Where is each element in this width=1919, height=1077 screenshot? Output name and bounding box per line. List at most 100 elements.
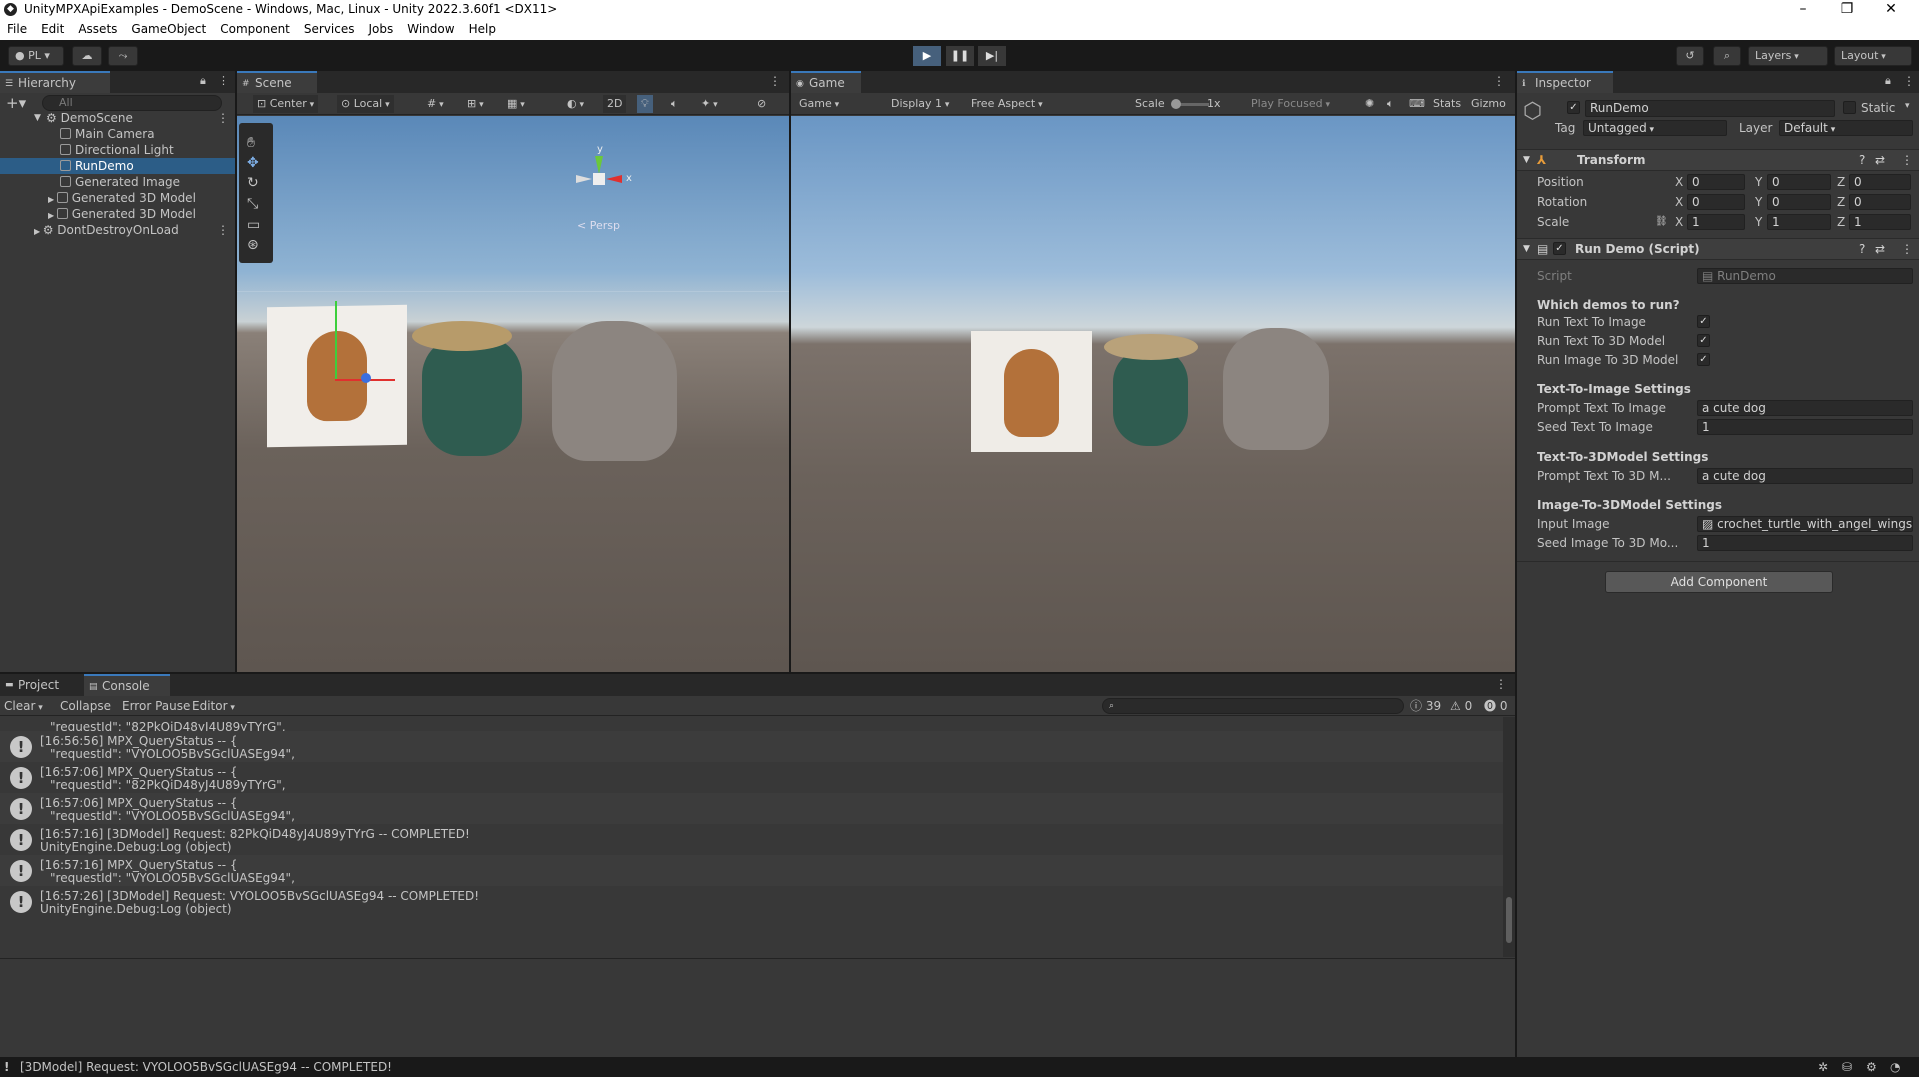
- transform-header[interactable]: ▼ ⅄ Transform ? ⇄ ⋮: [1517, 149, 1919, 171]
- seed-i23d-field[interactable]: 1: [1697, 535, 1913, 551]
- orientation-gizmo[interactable]: y x: [576, 144, 632, 202]
- rotate-tool-icon[interactable]: ↻: [247, 175, 259, 191]
- scene-viewport[interactable]: y x < Persp: [237, 116, 789, 672]
- persp-label[interactable]: < Persp: [577, 219, 620, 232]
- foldout-arrow-icon[interactable]: ▼: [1523, 150, 1530, 170]
- menu-help[interactable]: Help: [462, 19, 503, 40]
- console-search-input[interactable]: ⌕: [1102, 698, 1404, 714]
- info-count-toggle[interactable]: ⓘ 39: [1410, 696, 1441, 716]
- tag-dropdown[interactable]: Untagged: [1583, 120, 1727, 136]
- scale-y-field[interactable]: 1: [1767, 214, 1831, 230]
- run-text-to-image-checkbox[interactable]: ✓: [1697, 315, 1710, 328]
- hierarchy-item-rundemo[interactable]: RunDemo: [0, 158, 235, 174]
- stats-button[interactable]: Stats: [1429, 95, 1465, 113]
- tab-hierarchy[interactable]: ☰ Hierarchy: [0, 71, 110, 93]
- active-checkbox[interactable]: ✓: [1567, 101, 1580, 114]
- error-pause-button[interactable]: Error Pause: [122, 696, 190, 716]
- scale-z-field[interactable]: 1: [1849, 214, 1911, 230]
- gizmo-axis-x[interactable]: [606, 175, 622, 183]
- effects-icon[interactable]: ✦: [697, 95, 722, 113]
- preset-icon[interactable]: ⇄: [1875, 150, 1885, 170]
- game-view-dropdown[interactable]: Game: [795, 95, 881, 113]
- editor-dropdown[interactable]: Editor: [192, 696, 235, 718]
- bug-report-icon[interactable]: ✲: [1818, 1057, 1828, 1077]
- gizmo-center[interactable]: [593, 173, 605, 185]
- rotation-z-field[interactable]: 0: [1849, 194, 1911, 210]
- maximize-icon[interactable]: ❐: [1825, 0, 1869, 19]
- hierarchy-search-input[interactable]: All: [42, 95, 222, 111]
- error-count-toggle[interactable]: ⓿ 0: [1484, 696, 1507, 716]
- gizmo-z-handle[interactable]: [361, 373, 371, 383]
- menu-assets[interactable]: Assets: [71, 19, 124, 40]
- display-dropdown[interactable]: Display 1: [887, 95, 961, 113]
- menu-file[interactable]: File: [0, 19, 34, 40]
- move-tool-icon[interactable]: ✥: [247, 155, 259, 171]
- turtle-model[interactable]: [422, 336, 522, 456]
- status-message[interactable]: [3DModel] Request: VYOLOO5BvSGclUASEg94 …: [20, 1057, 392, 1077]
- menu-jobs[interactable]: Jobs: [362, 19, 401, 40]
- scale-x-field[interactable]: 1: [1687, 214, 1745, 230]
- play-button[interactable]: ▶: [913, 46, 941, 66]
- static-dropdown-icon[interactable]: ▾: [1905, 101, 1910, 111]
- lock-icon[interactable]: 🔒︎: [1885, 74, 1891, 88]
- rect-tool-icon[interactable]: ▭: [247, 217, 260, 233]
- collapsed-arrow-icon[interactable]: ▶: [48, 211, 57, 220]
- collab-icon[interactable]: ⤳: [108, 46, 138, 66]
- more-icon[interactable]: ⋮: [1493, 74, 1505, 88]
- scene-visibility-icon[interactable]: ⊘: [753, 95, 770, 113]
- log-entry[interactable]: ! [16:57:16] [3DModel] Request: 82PkQiD48…: [0, 824, 1503, 855]
- position-x-field[interactable]: 0: [1687, 174, 1745, 190]
- space-dropdown[interactable]: ⊙ Local: [337, 95, 394, 113]
- shortcuts-icon[interactable]: ⌨: [1405, 95, 1429, 113]
- position-z-field[interactable]: 0: [1849, 174, 1911, 190]
- constrain-proportions-icon[interactable]: ⛓︎: [1655, 213, 1668, 231]
- lock-icon[interactable]: 🔒︎: [200, 74, 206, 88]
- shading-mode-icon[interactable]: ◐: [563, 95, 588, 113]
- log-entry[interactable]: ! [16:57:26] [3DModel] Request: VYOLOO5Bv…: [0, 886, 1503, 917]
- audio-toggle-icon[interactable]: 🔈︎: [667, 95, 682, 113]
- account-dropdown[interactable]: ● PL ▾: [8, 46, 64, 66]
- more-icon[interactable]: ⋮: [1901, 150, 1913, 170]
- log-entry[interactable]: ! [16:56:56] MPX_QueryStatus -- {"request…: [0, 731, 1503, 762]
- tab-game[interactable]: ◉ Game: [791, 71, 861, 93]
- snap-increment-icon[interactable]: ⊞: [463, 95, 488, 113]
- expand-arrow-icon[interactable]: ▼: [34, 110, 41, 126]
- more-icon[interactable]: ⋮: [1901, 239, 1913, 259]
- hierarchy-item-demoscene[interactable]: ▼ ⚙ DemoScene ⋮: [0, 110, 235, 126]
- log-entry[interactable]: ! [16:57:16] MPX_QueryStatus -- {"request…: [0, 855, 1503, 886]
- aspect-dropdown[interactable]: Free Aspect: [967, 95, 1123, 113]
- rotation-x-field[interactable]: 0: [1687, 194, 1745, 210]
- more-icon[interactable]: ⋮: [217, 110, 229, 126]
- minimize-icon[interactable]: –: [1781, 0, 1825, 19]
- dog-model[interactable]: [552, 321, 677, 461]
- lighting-toggle-icon[interactable]: 💡︎: [637, 95, 653, 113]
- tab-inspector[interactable]: ℹ Inspector: [1517, 71, 1613, 93]
- prompt-t23d-field[interactable]: a cute dog: [1697, 468, 1913, 484]
- collapse-button[interactable]: Collapse: [60, 696, 111, 716]
- clear-button[interactable]: Clear: [4, 696, 43, 718]
- menu-services[interactable]: Services: [297, 19, 362, 40]
- close-icon[interactable]: ✕: [1869, 0, 1913, 19]
- cloud-icon[interactable]: ☁: [72, 46, 102, 66]
- scrollbar-thumb[interactable]: [1506, 897, 1512, 943]
- layer-dropdown[interactable]: Default: [1779, 120, 1913, 136]
- grid-snap-icon[interactable]: #: [423, 95, 448, 113]
- script-enabled-checkbox[interactable]: ✓: [1553, 242, 1566, 255]
- more-icon[interactable]: ⋮: [218, 74, 229, 87]
- menu-component[interactable]: Component: [213, 19, 297, 40]
- hand-tool-icon[interactable]: ✋︎: [247, 135, 255, 151]
- pivot-dropdown[interactable]: ⊡ Center: [253, 95, 319, 113]
- hierarchy-item-generated-3d-model[interactable]: ▶ Generated 3D Model: [0, 190, 235, 206]
- seed-t2i-field[interactable]: 1: [1697, 419, 1913, 435]
- progress-icon[interactable]: ◔: [1890, 1057, 1900, 1077]
- step-button[interactable]: ▶|: [978, 46, 1006, 66]
- scale-tool-icon[interactable]: ⤡: [247, 196, 258, 212]
- frame-debugger-icon[interactable]: ✺: [1361, 95, 1378, 113]
- settings-icon[interactable]: ⚙: [1866, 1057, 1877, 1077]
- run-image-to-3d-checkbox[interactable]: ✓: [1697, 353, 1710, 366]
- run-text-to-3d-checkbox[interactable]: ✓: [1697, 334, 1710, 347]
- hierarchy-item-dontdestroyonload[interactable]: ▶ ⚙ DontDestroyOnLoad ⋮: [0, 222, 235, 238]
- play-mode-dropdown[interactable]: Play Focused: [1247, 95, 1351, 113]
- input-image-field[interactable]: ▨ crochet_turtle_with_angel_wings: [1697, 516, 1913, 532]
- prompt-t2i-field[interactable]: a cute dog: [1697, 400, 1913, 416]
